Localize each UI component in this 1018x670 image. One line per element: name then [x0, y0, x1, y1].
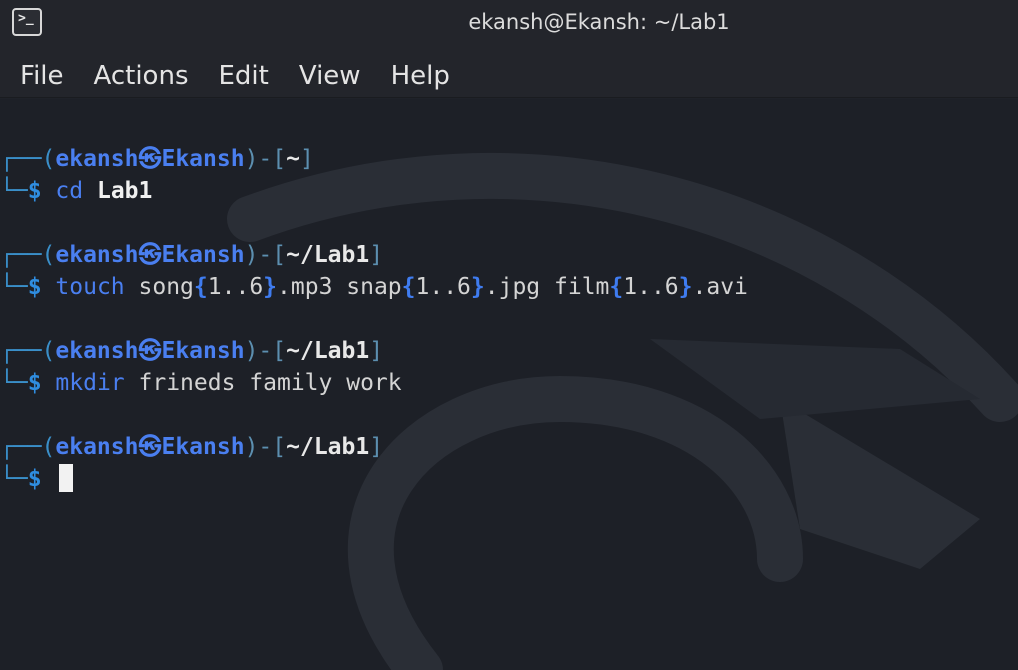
- command-name: touch: [55, 274, 125, 300]
- prompt-dollar: $: [27, 466, 42, 492]
- prompt-path: ~: [286, 146, 300, 172]
- menu-file[interactable]: File: [0, 61, 79, 91]
- prompt-bracket-close: ]: [299, 146, 314, 172]
- prompt-open: ┌──(: [0, 338, 56, 364]
- prompt-bracket-open: )-[: [244, 338, 287, 364]
- prompt-bracket-close: ]: [369, 242, 384, 268]
- prompt-host: Ekansh: [161, 242, 245, 268]
- command-arg: {: [609, 274, 624, 300]
- command-arg: .avi: [692, 274, 748, 300]
- prompt-path: ~/Lab1: [286, 242, 370, 268]
- prompt-dollar: $: [27, 274, 42, 300]
- prompt-path: ~/Lab1: [286, 338, 370, 364]
- menu-bar: File Actions Edit View Help: [0, 54, 1018, 98]
- prompt-at-symbol: ㉿: [138, 338, 162, 364]
- prompt-corner: └─: [0, 370, 28, 396]
- prompt-bracket-close: ]: [369, 434, 384, 460]
- command-arg: 1..6: [415, 274, 471, 300]
- title-bar-gap: [0, 44, 1018, 54]
- menu-help[interactable]: Help: [376, 61, 465, 91]
- prompt-path: ~/Lab1: [286, 434, 370, 460]
- command-line: └─$ cd Lab1: [0, 175, 748, 207]
- command-arg: [83, 178, 97, 204]
- prompt-host: Ekansh: [161, 338, 245, 364]
- prompt-corner: └─: [0, 466, 28, 492]
- menu-actions[interactable]: Actions: [79, 61, 204, 91]
- prompt-at-symbol: ㉿: [138, 242, 162, 268]
- prompt-corner: └─: [0, 178, 28, 204]
- prompt-at-symbol: ㉿: [138, 146, 162, 172]
- prompt-open: ┌──(: [0, 242, 56, 268]
- prompt-corner: └─: [0, 274, 28, 300]
- command-arg: frineds family work: [124, 370, 402, 396]
- terminal-icon-glyph: >_: [18, 11, 34, 26]
- prompt-open: ┌──(: [0, 146, 56, 172]
- terminal-output[interactable]: ┌──(ekansh㉿Ekansh)-[~] └─$ cd Lab1 ┌──(eka…: [0, 99, 1018, 670]
- prompt-user: ekansh: [55, 434, 139, 460]
- command-arg: }: [470, 274, 485, 300]
- command-arg: }: [263, 274, 278, 300]
- command-arg: }: [678, 274, 693, 300]
- command-line: └─$: [0, 463, 748, 495]
- command-arg: 1..6: [623, 274, 679, 300]
- command-arg: Lab1: [96, 178, 153, 204]
- title-bar[interactable]: >_ ekansh@Ekansh: ~/Lab1: [0, 0, 1018, 44]
- command-arg: .jpg film: [484, 274, 610, 300]
- prompt-line: ┌──(ekansh㉿Ekansh)-[~/Lab1]: [0, 239, 748, 271]
- prompt-user: ekansh: [55, 338, 139, 364]
- menu-view[interactable]: View: [284, 61, 376, 91]
- prompt-line: ┌──(ekansh㉿Ekansh)-[~/Lab1]: [0, 431, 748, 463]
- prompt-dollar: $: [27, 370, 42, 396]
- command-name: mkdir: [55, 370, 125, 396]
- command-arg: {: [401, 274, 416, 300]
- prompt-bracket-open: )-[: [244, 434, 287, 460]
- prompt-bracket-open: )-[: [244, 242, 287, 268]
- command-name: cd: [55, 178, 84, 204]
- prompt-bracket-open: )-[: [244, 146, 287, 172]
- prompt-at-symbol: ㉿: [138, 434, 162, 460]
- text-cursor: [59, 464, 74, 492]
- terminal-icon[interactable]: >_: [12, 8, 42, 36]
- prompt-open: ┌──(: [0, 434, 56, 460]
- terminal-lines: ┌──(ekansh㉿Ekansh)-[~] └─$ cd Lab1 ┌──(eka…: [0, 143, 748, 495]
- prompt-bracket-close: ]: [369, 338, 384, 364]
- prompt-host: Ekansh: [161, 434, 245, 460]
- prompt-dollar: $: [27, 178, 42, 204]
- prompt-user: ekansh: [55, 242, 139, 268]
- prompt-line: ┌──(ekansh㉿Ekansh)-[~/Lab1]: [0, 335, 748, 367]
- command-line: └─$ mkdir frineds family work: [0, 367, 748, 399]
- prompt-host: Ekansh: [161, 146, 245, 172]
- command-arg: song: [124, 274, 194, 300]
- window-title: ekansh@Ekansh: ~/Lab1: [468, 10, 730, 34]
- command-line: └─$ touch song{1..6}.mp3 snap{1..6}.jpg …: [0, 271, 748, 303]
- command-arg: 1..6: [207, 274, 264, 300]
- prompt-line: ┌──(ekansh㉿Ekansh)-[~]: [0, 143, 748, 175]
- prompt-user: ekansh: [55, 146, 139, 172]
- command-arg: {: [193, 274, 208, 300]
- menu-edit[interactable]: Edit: [204, 61, 284, 91]
- command-arg: .mp3 snap: [277, 274, 402, 300]
